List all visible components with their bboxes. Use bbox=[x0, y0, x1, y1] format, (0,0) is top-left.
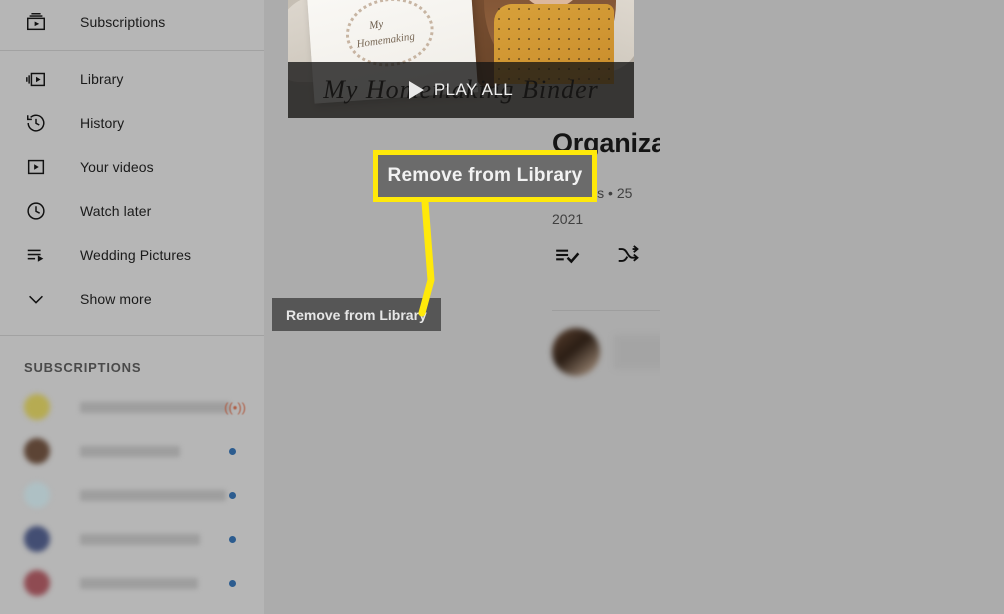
subscription-list-item[interactable] bbox=[0, 429, 264, 473]
channel-name-placeholder bbox=[80, 533, 200, 545]
play-all-button[interactable]: PLAY ALL bbox=[288, 62, 634, 118]
callout-label: Remove from Library bbox=[387, 165, 583, 186]
subscription-list-item[interactable]: ((•)) bbox=[0, 385, 264, 429]
channel-name-placeholder bbox=[80, 401, 230, 413]
shuffle-icon[interactable] bbox=[614, 240, 644, 270]
sidebar-item-label: Your videos bbox=[80, 159, 154, 175]
sidebar-item-wedding-pictures[interactable]: Wedding Pictures bbox=[0, 233, 264, 277]
channel-name-placeholder bbox=[80, 577, 198, 589]
sidebar-item-label: Library bbox=[80, 71, 124, 87]
avatar bbox=[24, 570, 50, 596]
playlist-thumbnail[interactable]: My Homemaking My Homemaking Binder PLAY … bbox=[288, 0, 634, 118]
avatar bbox=[24, 526, 50, 552]
subscriptions-heading: SUBSCRIPTIONS bbox=[24, 360, 142, 375]
avatar bbox=[24, 438, 50, 464]
chevron-down-icon bbox=[24, 287, 48, 311]
sidebar-item-label: History bbox=[80, 115, 125, 131]
sidebar-item-show-more[interactable]: Show more bbox=[0, 277, 264, 321]
sidebar-item-watch-later[interactable]: Watch later bbox=[0, 189, 264, 233]
callout-box: Remove from Library bbox=[373, 150, 597, 202]
sidebar-item-label: Show more bbox=[80, 291, 152, 307]
sidebar-item-your-videos[interactable]: Your videos bbox=[0, 145, 264, 189]
new-content-dot bbox=[229, 579, 236, 587]
avatar[interactable] bbox=[552, 328, 600, 376]
your-videos-icon bbox=[24, 155, 48, 179]
sidebar-item-label: Watch later bbox=[80, 203, 152, 219]
history-icon bbox=[24, 111, 48, 135]
sidebar-item-subscriptions[interactable]: Subscriptions bbox=[0, 0, 264, 44]
sidebar-item-label: Subscriptions bbox=[80, 14, 166, 30]
play-icon bbox=[408, 81, 424, 99]
new-content-dot bbox=[229, 447, 236, 455]
playlist-icon bbox=[24, 243, 48, 267]
subscription-list-item[interactable] bbox=[0, 561, 264, 605]
library-icon bbox=[24, 67, 48, 91]
avatar bbox=[24, 394, 50, 420]
hover-tooltip: Remove from Library bbox=[272, 298, 441, 331]
avatar bbox=[24, 482, 50, 508]
new-content-dot bbox=[229, 535, 236, 543]
sidebar-item-label: Wedding Pictures bbox=[80, 247, 192, 263]
subscription-list-item[interactable] bbox=[0, 517, 264, 561]
subscription-list-item[interactable] bbox=[0, 473, 264, 517]
channel-name-placeholder bbox=[80, 489, 226, 501]
sidebar-item-library[interactable]: Library bbox=[0, 57, 264, 101]
page-root: Subscriptions Library History Your video… bbox=[0, 0, 1004, 614]
play-all-label: PLAY ALL bbox=[433, 80, 514, 99]
video-list: 2 How I Am Decluttering for the New Year… bbox=[660, 0, 1004, 614]
sidebar: Subscriptions Library History Your video… bbox=[0, 0, 264, 614]
sidebar-item-history[interactable]: History bbox=[0, 101, 264, 145]
new-content-dot bbox=[229, 491, 236, 499]
sidebar-divider-2 bbox=[0, 335, 264, 336]
sidebar-divider-1 bbox=[0, 50, 264, 51]
watch-later-icon bbox=[24, 199, 48, 223]
subscriptions-icon bbox=[24, 10, 48, 34]
channel-name-placeholder bbox=[80, 445, 180, 457]
save-to-playlist-icon[interactable] bbox=[552, 240, 582, 270]
live-broadcast-icon: ((•)) bbox=[224, 399, 246, 415]
